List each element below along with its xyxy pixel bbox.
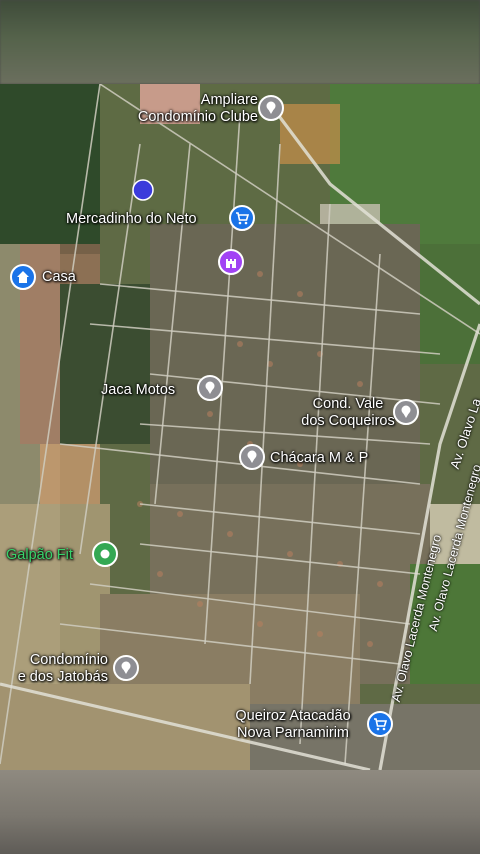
place-label-line1: Cond. Vale xyxy=(312,396,384,412)
pin-gray-icon[interactable] xyxy=(197,375,223,401)
place-label-line2: Nova Parnamirim xyxy=(237,725,349,741)
pin-gray-icon[interactable] xyxy=(393,399,419,425)
place-label-line2: Condomínio Clube xyxy=(137,109,258,125)
shopping-cart-icon[interactable] xyxy=(229,205,255,231)
place-label-vale-coqueiros: Cond. Vale dos Coqueiros xyxy=(298,396,398,430)
castle-icon[interactable] xyxy=(218,249,244,275)
pin-gray-icon[interactable] xyxy=(239,444,265,470)
current-location-dot-icon xyxy=(132,179,154,201)
blurred-top-background xyxy=(0,0,480,84)
place-label-line1: Condomínio xyxy=(29,652,108,668)
place-label-line1: Queiroz Atacadão xyxy=(235,708,351,724)
fitness-icon[interactable] xyxy=(92,541,118,567)
pin-gray-icon[interactable] xyxy=(113,655,139,681)
satellite-map[interactable]: Av. Olavo La Av. Olavo Lacerda Montenegr… xyxy=(0,84,480,770)
place-label-ampliare: Ampliare Condomínio Clube xyxy=(108,92,258,126)
place-label-chacara: Chácara M & P xyxy=(270,450,369,466)
pin-gray-icon[interactable] xyxy=(258,95,284,121)
blurred-bottom-background xyxy=(0,770,480,854)
place-label-casa: Casa xyxy=(42,269,76,285)
place-label-mercadinho: Mercadinho do Neto xyxy=(66,211,197,227)
place-label-line2: e dos Jatobás xyxy=(17,669,108,685)
place-label-galpao-fit: Galpão Fit xyxy=(6,547,73,563)
place-label-jaca-motos: Jaca Motos xyxy=(101,382,176,398)
place-label-line1: Ampliare xyxy=(200,92,258,108)
place-label-line2: dos Coqueiros xyxy=(301,413,395,429)
place-label-queiroz: Queiroz Atacadão Nova Parnamirim xyxy=(220,708,366,742)
home-icon[interactable] xyxy=(10,264,36,290)
shopping-cart-icon[interactable] xyxy=(367,711,393,737)
place-label-jatobas: Condomínio e dos Jatobás xyxy=(0,652,108,686)
